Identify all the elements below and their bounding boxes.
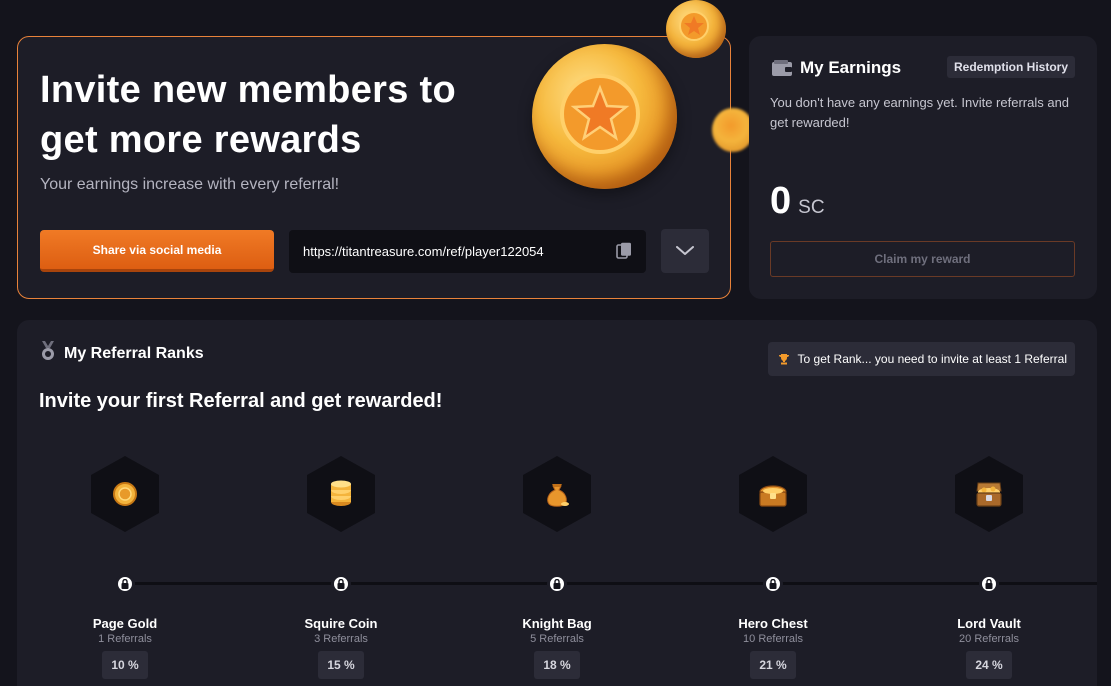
lock-icon <box>547 574 567 594</box>
earnings-amount: 0 SC <box>770 180 825 223</box>
rank-name: Knight Bag <box>522 616 592 631</box>
rank-badge <box>523 456 591 532</box>
rank-referrals: 3 Referrals <box>314 633 368 645</box>
rank-name: Hero Chest <box>738 616 808 631</box>
referral-link-box <box>289 230 646 273</box>
earnings-card: My Earnings Redemption History You don't… <box>749 36 1097 299</box>
copy-icon[interactable] <box>616 242 632 260</box>
rank-name: Page Gold <box>92 616 158 631</box>
earnings-currency: SC <box>798 197 825 218</box>
invite-title: Invite new members to get more rewards <box>40 69 456 161</box>
money-bag-icon <box>547 484 569 507</box>
treasure-chest-icon <box>759 485 787 507</box>
rank-percent: 24 % <box>966 651 1012 679</box>
lock-icon <box>115 574 135 594</box>
expand-share-button[interactable] <box>661 229 709 273</box>
rank-percent: 10 % <box>102 651 148 679</box>
medal-icon <box>42 341 54 360</box>
rank-percent: 21 % <box>750 651 796 679</box>
referral-link-input[interactable] <box>303 230 603 273</box>
rank-referrals: 1 Referrals <box>98 633 152 645</box>
earnings-title: My Earnings <box>800 58 902 77</box>
rank-badge <box>955 456 1023 532</box>
rank-referrals: 10 Referrals <box>743 633 803 645</box>
rank-progress-track <box>123 582 1097 585</box>
coin-stack-icon <box>331 480 351 506</box>
invite-subtitle: Your earnings increase with every referr… <box>40 176 340 193</box>
redemption-history-button[interactable]: Redemption History <box>946 56 1075 78</box>
open-vault-chest-icon <box>976 482 1002 507</box>
rank-referrals: 20 Referrals <box>959 633 1019 645</box>
rank-badge <box>307 456 375 532</box>
rank-badge <box>91 456 159 532</box>
trophy-icon <box>778 354 789 365</box>
rank-hint-text: To get Rank... you need to invite at lea… <box>797 352 1067 366</box>
lock-icon <box>763 574 783 594</box>
lock-icon <box>331 574 351 594</box>
claim-reward-button[interactable]: Claim my reward <box>770 241 1075 277</box>
ranks-title: My Referral Ranks <box>64 345 204 362</box>
lock-icon <box>979 574 999 594</box>
blurred-coin-icon <box>712 108 754 152</box>
wallet-icon <box>772 60 792 76</box>
referral-ranks-panel: My Referral Ranks To get Rank... you nee… <box>17 320 1097 686</box>
big-star-coin-icon <box>532 44 677 189</box>
earnings-value: 0 <box>770 180 792 222</box>
chevron-down-icon <box>676 246 694 255</box>
earnings-message: You don't have any earnings yet. Invite … <box>770 95 1070 130</box>
rank-referrals: 5 Referrals <box>530 633 584 645</box>
gold-coin-icon <box>113 482 137 506</box>
rank-name: Squire Coin <box>304 616 378 631</box>
rank-badge <box>739 456 807 532</box>
rank-percent: 15 % <box>318 651 364 679</box>
ranks-headline: Invite your first Referral and get rewar… <box>39 390 443 412</box>
share-social-button[interactable]: Share via social media <box>40 230 274 272</box>
rank-name: Lord Vault <box>957 616 1021 631</box>
rank-percent: 18 % <box>534 651 580 679</box>
small-star-coin-icon <box>666 0 726 58</box>
rank-hint-badge: To get Rank... you need to invite at lea… <box>767 342 1075 376</box>
